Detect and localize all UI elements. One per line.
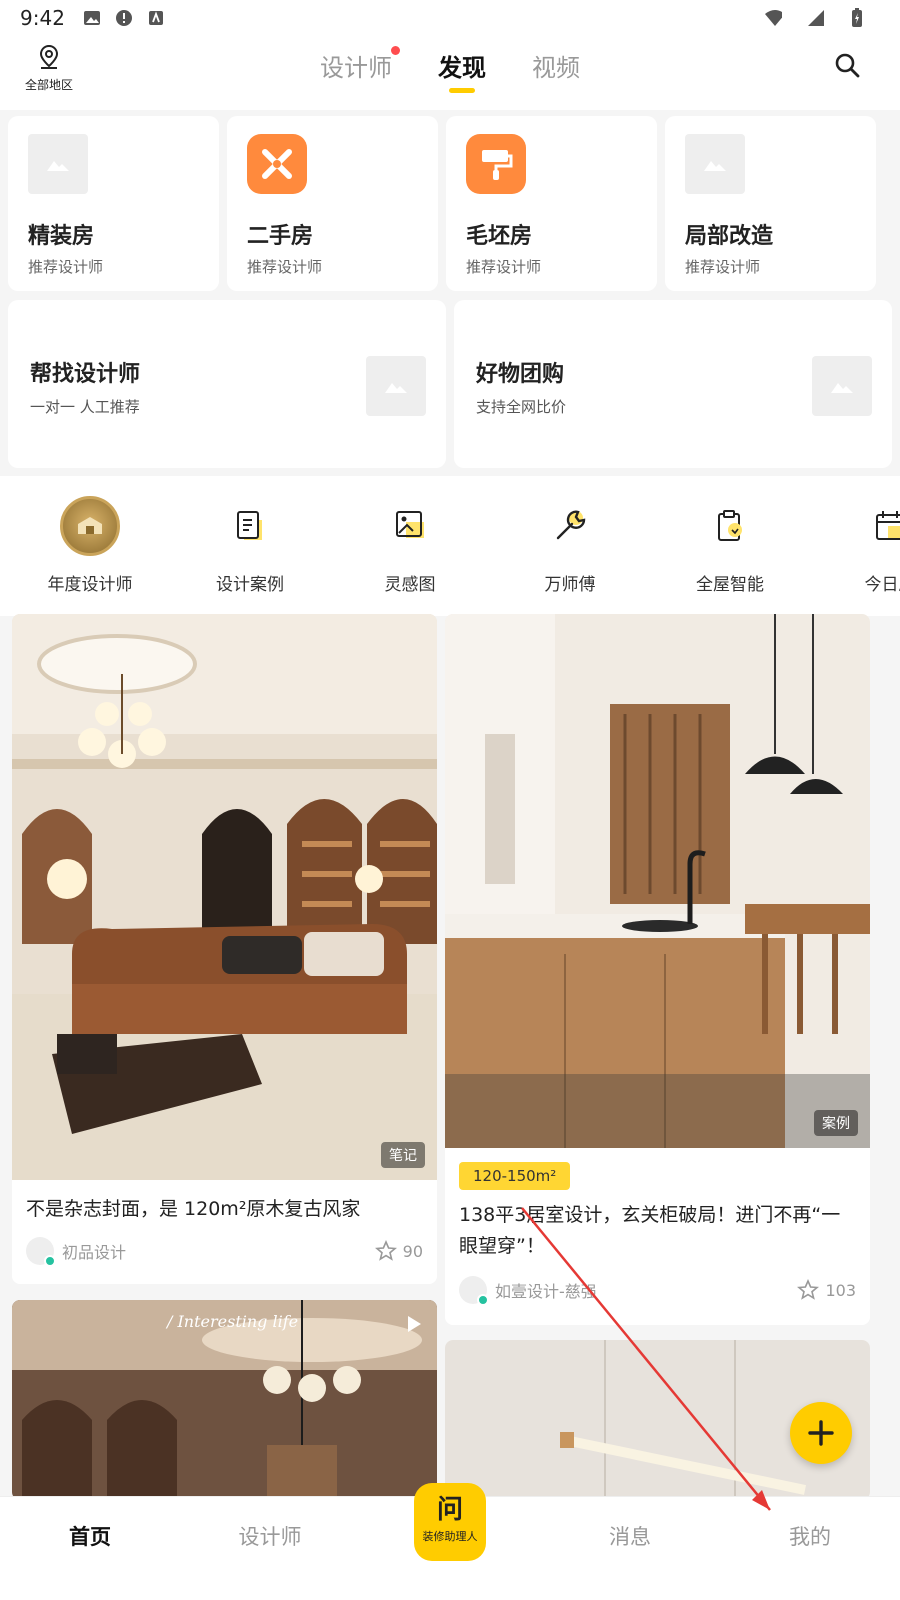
- category-title: 毛坯房: [466, 224, 533, 249]
- search-icon[interactable]: [834, 52, 860, 82]
- plus-icon: [808, 1420, 834, 1446]
- quick-label: 万师傅: [544, 575, 596, 595]
- group-buy-card[interactable]: 好物团购 支持全网比价: [454, 300, 892, 468]
- notification-dot: [391, 46, 400, 55]
- feed-card-case[interactable]: 案例 120-150m² 138平3居室设计，玄关柜破局！进门不再“一眼望穿”！…: [445, 614, 870, 1325]
- quick-today[interactable]: 今日局: [810, 476, 900, 616]
- card-meta: 如壹设计-慈强 103: [445, 1276, 870, 1306]
- card-title: 不是杂志封面，是 120m²原木复古风家: [26, 1198, 361, 1220]
- service-sub: 支持全网比价: [476, 398, 567, 416]
- wrench-icon: [540, 496, 600, 556]
- category-row: 精装房 推荐设计师 二手房 推荐设计师 毛坯房 推荐设计师 局部改造 推荐设计师: [8, 116, 892, 291]
- app-icon: [147, 9, 165, 27]
- assistant-glyph: 问: [436, 1495, 463, 1525]
- category-title: 局部改造: [685, 224, 774, 249]
- tab-designer[interactable]: 设计师: [320, 46, 400, 93]
- quick-label: 年度设计师: [47, 575, 133, 595]
- author-name[interactable]: 初品设计: [62, 1239, 126, 1263]
- dining-room-photo: / Interesting life: [12, 1300, 437, 1500]
- service-row: 帮找设计师 一对一 人工推荐 好物团购 支持全网比价: [8, 300, 892, 468]
- category-card-jingzhuang[interactable]: 精装房 推荐设计师: [8, 116, 219, 291]
- quick-label: 全屋智能: [696, 575, 764, 595]
- quick-annual-designer[interactable]: 年度设计师: [10, 476, 170, 616]
- like-button[interactable]: 103: [797, 1279, 856, 1301]
- quick-label: 设计案例: [216, 575, 284, 595]
- tab-designer-label: 设计师: [320, 54, 392, 82]
- kitchen-photo: 案例: [445, 614, 870, 1148]
- photo-icon: [83, 9, 101, 27]
- quick-smart-home[interactable]: 全屋智能: [650, 476, 810, 616]
- document-icon: [220, 496, 280, 556]
- verified-icon: [44, 1255, 56, 1267]
- content-type-badge: 笔记: [381, 1142, 425, 1168]
- nav-mine[interactable]: 我的: [720, 1497, 900, 1600]
- like-count: 103: [825, 1280, 856, 1300]
- category-card-ershou[interactable]: 二手房 推荐设计师: [227, 116, 438, 291]
- image-placeholder-icon: [366, 356, 426, 416]
- nav-messages[interactable]: 消息: [540, 1497, 720, 1600]
- category-title: 二手房: [247, 224, 314, 249]
- quick-label: 今日局: [864, 575, 900, 595]
- category-card-maopi[interactable]: 毛坯房 推荐设计师: [446, 116, 657, 291]
- assistant-button[interactable]: 问 装修助理人: [414, 1483, 486, 1561]
- category-sub: 推荐设计师: [28, 258, 104, 276]
- service-sub: 一对一 人工推荐: [30, 398, 140, 416]
- quick-design-cases[interactable]: 设计案例: [170, 476, 330, 616]
- quick-inspiration[interactable]: 灵感图: [330, 476, 490, 616]
- image-placeholder-icon: [685, 134, 745, 194]
- tab-discover[interactable]: 发现: [438, 48, 486, 93]
- card-title: 138平3居室设计，玄关柜破局！进门不再“一眼望穿”！: [459, 1204, 841, 1257]
- status-bar: 9:42: [0, 0, 900, 36]
- verified-icon: [477, 1294, 489, 1306]
- status-time: 9:42: [20, 6, 65, 30]
- feed-card-note[interactable]: 笔记 不是杂志封面，是 120m²原木复古风家 初品设计 90: [12, 614, 437, 1284]
- nav-home[interactable]: 首页: [0, 1497, 180, 1600]
- battery-icon: [848, 8, 866, 27]
- star-icon: [797, 1279, 820, 1300]
- quick-master[interactable]: 万师傅: [490, 476, 650, 616]
- clipboard-bulb-icon: [700, 496, 760, 556]
- assistant-label: 装修助理人: [422, 1530, 478, 1543]
- star-icon: [374, 1240, 397, 1261]
- paint-roller-icon: [466, 134, 526, 194]
- living-room-photo: 笔记: [12, 614, 437, 1180]
- quick-entry-row: 年度设计师 设计案例 灵感图 万师傅 全屋智能 今日局: [0, 476, 900, 616]
- feed-card-video[interactable]: / Interesting life: [12, 1300, 437, 1500]
- tools-icon: [247, 134, 307, 194]
- wifi-icon: [764, 9, 782, 27]
- like-button[interactable]: 90: [374, 1240, 423, 1262]
- author-name[interactable]: 如壹设计-慈强: [495, 1278, 597, 1302]
- video-overlay-text: / Interesting life: [167, 1312, 299, 1331]
- top-header: 全部地区 设计师 发现 视频: [0, 36, 900, 110]
- image-placeholder-icon: [28, 134, 88, 194]
- like-count: 90: [402, 1241, 423, 1261]
- nav-assistant[interactable]: 问 装修助理人: [360, 1483, 540, 1600]
- award-medal-icon: [60, 496, 120, 556]
- top-tabs: 设计师 发现 视频: [0, 46, 900, 93]
- picture-icon: [380, 496, 440, 556]
- alert-icon: [115, 9, 133, 27]
- image-placeholder-icon: [812, 356, 872, 416]
- tab-video[interactable]: 视频: [532, 48, 580, 93]
- service-title: 帮找设计师: [30, 362, 141, 387]
- card-meta: 初品设计 90: [12, 1237, 437, 1267]
- avatar[interactable]: [459, 1276, 489, 1306]
- category-sub: 推荐设计师: [247, 258, 323, 276]
- add-post-button[interactable]: [790, 1402, 852, 1464]
- bottom-nav: 首页 设计师 问 装修助理人 消息 我的: [0, 1483, 900, 1600]
- service-title: 好物团购: [476, 362, 565, 387]
- play-icon[interactable]: [401, 1312, 425, 1340]
- category-sub: 推荐设计师: [685, 258, 761, 276]
- signal-icon: [806, 9, 824, 27]
- avatar[interactable]: [26, 1237, 56, 1267]
- quick-label: 灵感图: [384, 575, 436, 595]
- find-designer-card[interactable]: 帮找设计师 一对一 人工推荐: [8, 300, 446, 468]
- calendar-icon: [860, 496, 900, 556]
- content-type-badge: 案例: [814, 1110, 858, 1136]
- nav-designer[interactable]: 设计师: [180, 1497, 360, 1600]
- area-tag: 120-150m²: [459, 1162, 571, 1190]
- category-card-jubu[interactable]: 局部改造 推荐设计师: [665, 116, 876, 291]
- category-title: 精装房: [28, 224, 95, 249]
- category-sub: 推荐设计师: [466, 258, 542, 276]
